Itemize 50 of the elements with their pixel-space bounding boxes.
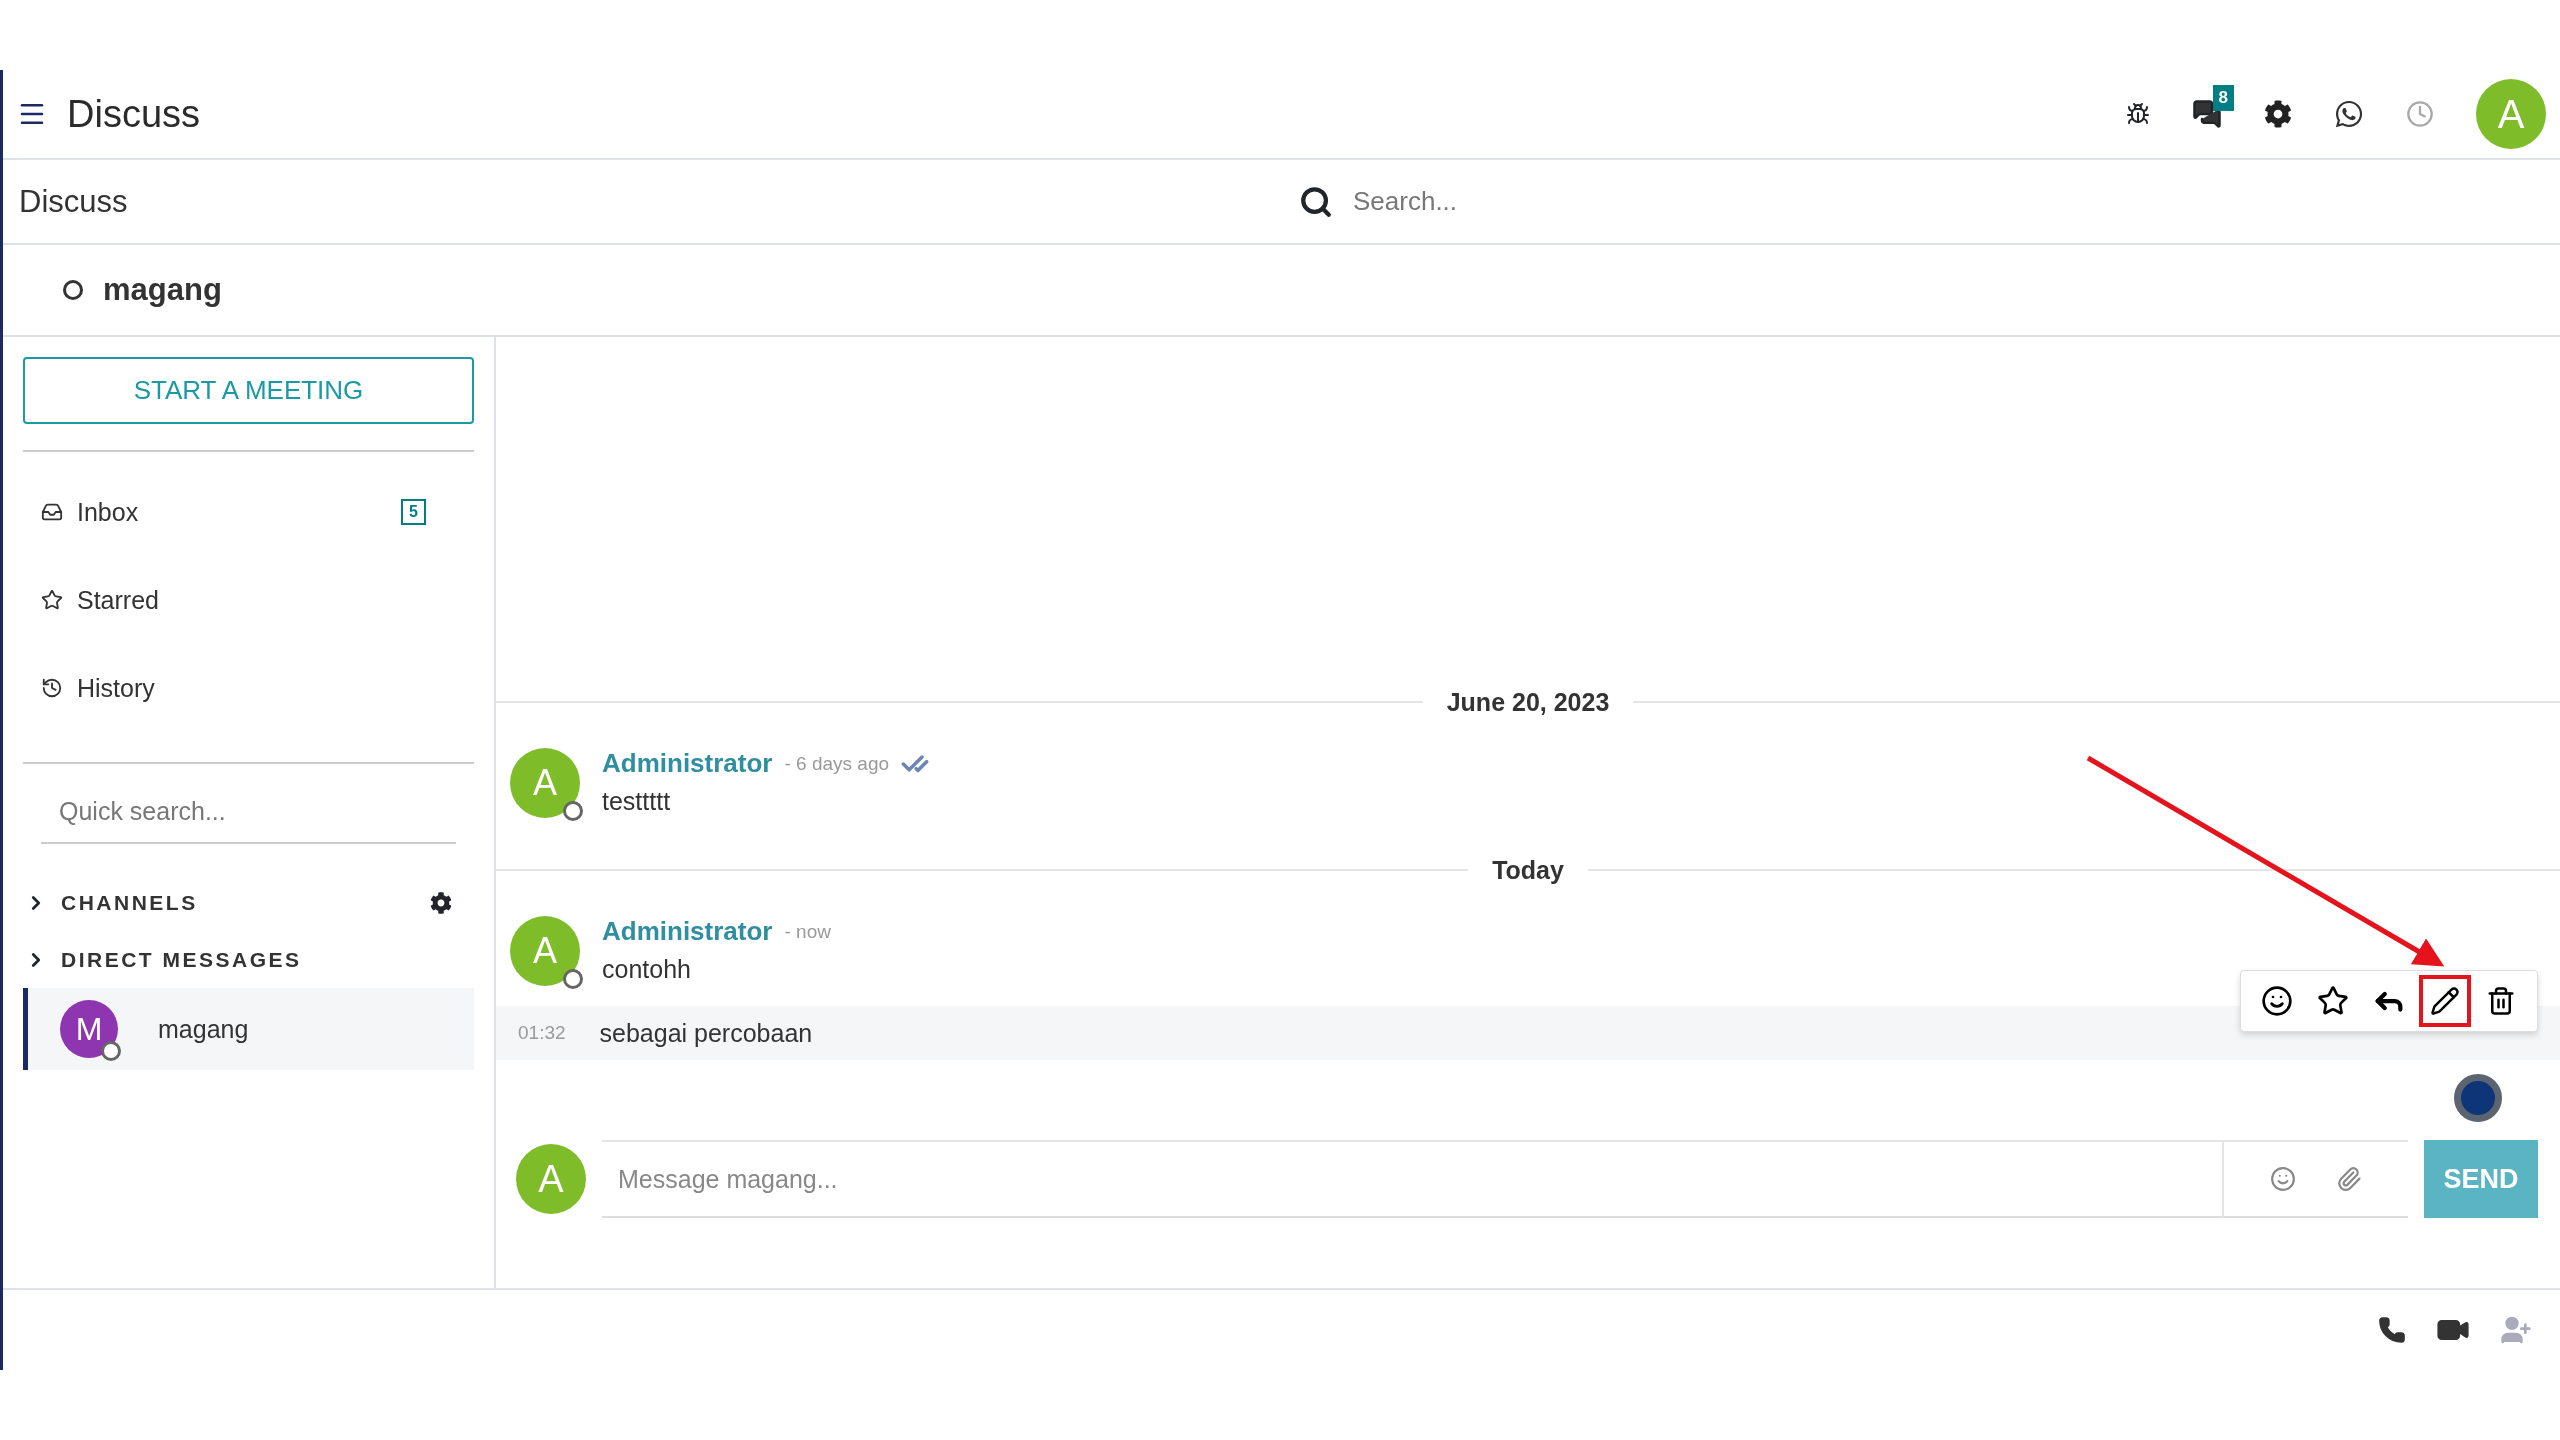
- message-date: - 6 days ago: [784, 752, 890, 775]
- mailbox-label: History: [77, 673, 155, 703]
- date-separator: June 20, 2023: [1445, 687, 1611, 717]
- message-text: contohh: [602, 955, 692, 984]
- trash-icon: [2486, 986, 2516, 1016]
- mailbox-label: Inbox: [77, 497, 139, 527]
- status-circle-icon: [63, 280, 83, 300]
- composer-avatar: A: [516, 1144, 586, 1214]
- chat-item[interactable]: M magang: [23, 988, 474, 1070]
- mailbox-label: Starred: [77, 585, 159, 615]
- paperclip-icon[interactable]: [2336, 1166, 2362, 1192]
- settings-icon[interactable]: [430, 891, 452, 914]
- smiley-icon: [2261, 985, 2293, 1017]
- chat-name: magang: [158, 1014, 249, 1044]
- category-label[interactable]: DIRECT MESSAGES: [61, 947, 302, 972]
- presence-icon: [563, 969, 583, 989]
- author-avatar: A: [510, 916, 580, 986]
- app-title: Discuss: [67, 92, 201, 136]
- message-date: - now: [784, 920, 831, 943]
- author-name[interactable]: Administrator: [602, 748, 773, 779]
- search-icon: [1299, 184, 1333, 219]
- mailbox-item[interactable]: Starred: [23, 556, 474, 644]
- mailbox-item[interactable]: History: [23, 644, 474, 732]
- category-label[interactable]: CHANNELS: [61, 890, 198, 915]
- pointer-dot-icon: [2454, 1074, 2502, 1122]
- breadcrumb: Discuss: [19, 183, 129, 220]
- phone-icon[interactable]: [2378, 1316, 2406, 1344]
- edit-button[interactable]: [2419, 975, 2471, 1027]
- message-text: sebagai percobaan: [599, 1018, 813, 1048]
- message-time: 01:32: [518, 1022, 566, 1044]
- author-avatar: A: [510, 748, 580, 818]
- smiley-icon[interactable]: [2270, 1166, 2296, 1192]
- message-count-badge: 8: [2212, 85, 2234, 111]
- unread-counter: 5: [401, 499, 426, 525]
- thread-name: magang: [103, 272, 222, 308]
- bug-icon[interactable]: [2126, 102, 2150, 126]
- pencil-icon: [2430, 986, 2460, 1016]
- date-separator: Today: [1491, 855, 1565, 885]
- author-name[interactable]: Administrator: [602, 916, 773, 947]
- presence-icon: [101, 1041, 121, 1061]
- mailbox-item[interactable]: Inbox 5: [23, 468, 474, 556]
- star-icon: [41, 589, 63, 611]
- settings-icon[interactable]: [2264, 100, 2292, 128]
- whatsapp-icon[interactable]: [2334, 99, 2364, 129]
- presence-icon: [563, 801, 583, 821]
- message-text: testtttt: [602, 787, 672, 816]
- chat-avatar: M: [60, 1000, 118, 1058]
- inbox-icon: [41, 501, 63, 523]
- history-icon: [41, 677, 63, 699]
- star-icon: [2317, 985, 2349, 1017]
